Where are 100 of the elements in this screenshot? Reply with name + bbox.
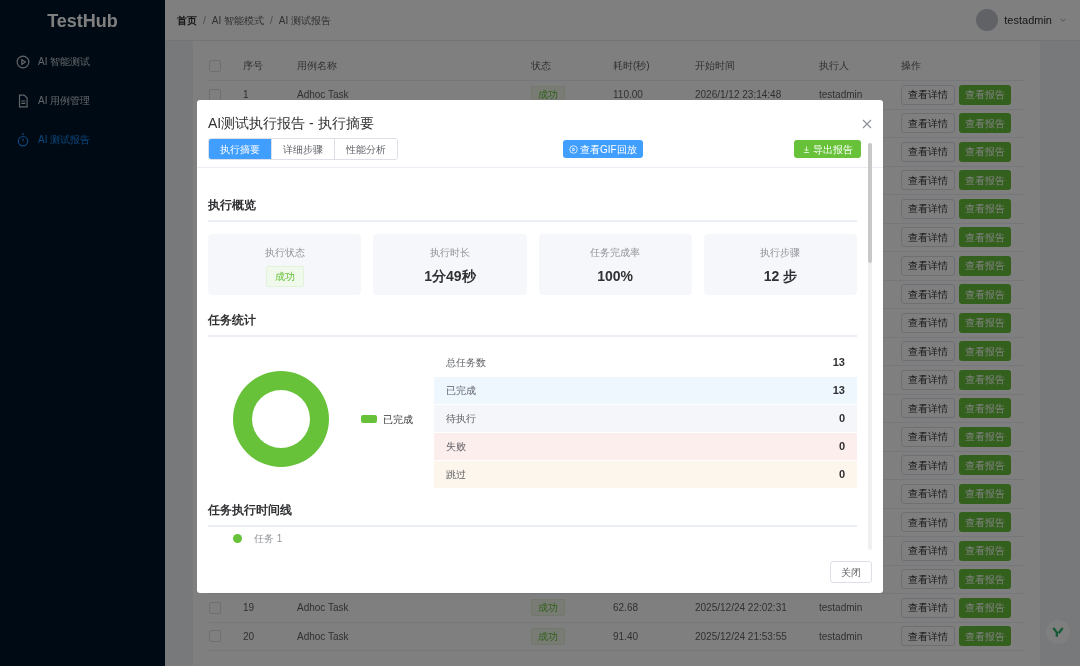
report-button[interactable]: 查看报告 (959, 170, 1011, 191)
column-header: 用例名称 (297, 59, 338, 73)
breadcrumb-item[interactable]: AI 智能模式 (211, 12, 264, 28)
play-circle-icon (569, 144, 578, 154)
details-button[interactable]: 查看详情 (901, 341, 955, 362)
details-button[interactable]: 查看详情 (901, 227, 955, 248)
card-label: 执行步骤 (760, 246, 801, 260)
report-tab[interactable]: 执行摘要 (209, 139, 271, 159)
report-button[interactable]: 查看报告 (959, 113, 1011, 134)
download-icon (802, 144, 811, 154)
card-label: 执行状态 (264, 246, 305, 260)
details-button[interactable]: 查看详情 (901, 255, 955, 276)
table-cell-text: testadmin (819, 88, 864, 103)
report-button[interactable]: 查看报告 (959, 341, 1011, 362)
section-title: 任务统计 (208, 311, 857, 337)
card-label: 执行时长 (429, 246, 470, 260)
details-button[interactable]: 查看详情 (901, 170, 955, 191)
report-button[interactable]: 查看报告 (959, 426, 1011, 447)
card-label: 任务完成率 (590, 246, 641, 260)
details-button[interactable]: 查看详情 (901, 198, 955, 219)
table-cell-text: 2025/12/24 21:53:55 (695, 629, 788, 644)
stats-value: 13 (832, 355, 845, 371)
legend-swatch (361, 415, 377, 423)
document-icon (16, 93, 30, 108)
status-tag: 成功 (265, 266, 304, 287)
table-cell-text: 19 (243, 601, 256, 616)
table-cell-text: Adhoc Task (297, 601, 350, 616)
report-button[interactable]: 查看报告 (959, 284, 1011, 305)
report-button[interactable]: 查看报告 (959, 84, 1011, 105)
table-cell-text: 110.00 (613, 88, 644, 103)
report-button[interactable]: 查看报告 (959, 540, 1011, 561)
floating-assistant-icon[interactable] (1046, 620, 1070, 644)
details-button[interactable]: 查看详情 (901, 597, 955, 618)
details-button[interactable]: 查看详情 (901, 569, 955, 590)
column-header: 状态 (531, 59, 552, 73)
close-icon[interactable] (862, 118, 872, 129)
stats-value: 0 (838, 467, 845, 483)
breadcrumb-separator: / (270, 13, 273, 28)
table-cell-text: testadmin (819, 629, 864, 644)
breadcrumb-item[interactable]: AI 测试报告 (278, 12, 332, 28)
stats-label: 跳过 (446, 468, 466, 482)
sidebar-item[interactable]: AI 测试报告 (0, 120, 165, 159)
play-circle-icon (16, 54, 30, 69)
breadcrumb-separator: / (203, 13, 206, 28)
report-button[interactable]: 查看报告 (959, 455, 1011, 476)
details-button[interactable]: 查看详情 (901, 540, 955, 561)
report-button[interactable]: 查看报告 (959, 369, 1011, 390)
details-button[interactable]: 查看详情 (901, 141, 955, 162)
table-cell-text: Adhoc Task (297, 88, 350, 103)
report-button[interactable]: 查看报告 (959, 626, 1011, 647)
stats-label: 待执行 (446, 412, 476, 426)
details-button[interactable]: 查看详情 (901, 312, 955, 333)
sidebar-item[interactable]: AI 智能测试 (0, 42, 165, 81)
table-cell-text: Adhoc Task (297, 629, 350, 644)
timeline-item: 任务 1 (254, 532, 283, 546)
status-tag: 成功 (531, 627, 565, 645)
column-header: 序号 (243, 59, 264, 73)
app-logo: TestHub (46, 9, 119, 33)
report-button[interactable]: 查看报告 (959, 597, 1011, 618)
gif-replay-button[interactable]: 查看GIF回放 (563, 140, 643, 158)
report-button[interactable]: 查看报告 (959, 198, 1011, 219)
status-tag: 成功 (531, 599, 565, 617)
details-button[interactable]: 查看详情 (901, 369, 955, 390)
details-button[interactable]: 查看详情 (901, 284, 955, 305)
export-button[interactable]: 导出报告 (794, 140, 861, 158)
details-button[interactable]: 查看详情 (901, 512, 955, 533)
table-cell-text: testadmin (819, 601, 864, 616)
report-button[interactable]: 查看报告 (959, 255, 1011, 276)
details-button[interactable]: 查看详情 (901, 84, 955, 105)
details-button[interactable]: 查看详情 (901, 626, 955, 647)
table-cell-text: 1 (243, 88, 250, 103)
report-tab[interactable]: 性能分析 (334, 139, 397, 159)
details-button[interactable]: 查看详情 (901, 426, 955, 447)
table-cell-text: 20 (243, 629, 256, 644)
table-cell-text: 2026/1/12 23:14:48 (695, 88, 783, 103)
stats-label: 失败 (446, 440, 466, 454)
user-name[interactable]: testadmin (1004, 11, 1052, 29)
breadcrumb-item[interactable]: 首页 (177, 12, 197, 28)
report-button[interactable]: 查看报告 (959, 398, 1011, 419)
report-button[interactable]: 查看报告 (959, 227, 1011, 248)
details-button[interactable]: 查看详情 (901, 455, 955, 476)
report-button[interactable]: 查看报告 (959, 512, 1011, 533)
column-header: 执行人 (819, 59, 850, 73)
stats-value: 13 (832, 383, 845, 399)
stats-value: 0 (838, 439, 845, 455)
column-header: 耗时(秒) (613, 59, 651, 73)
details-button[interactable]: 查看详情 (901, 113, 955, 134)
details-button[interactable]: 查看详情 (901, 483, 955, 504)
dialog-title: AI测试执行报告 - 执行摘要 (208, 114, 374, 133)
sidebar-item[interactable]: AI 用例管理 (0, 81, 165, 120)
report-button[interactable]: 查看报告 (959, 141, 1011, 162)
close-button[interactable]: 关闭 (830, 561, 872, 583)
details-button[interactable]: 查看详情 (901, 398, 955, 419)
user-avatar[interactable] (976, 9, 999, 31)
section-title: 任务执行时间线 (208, 501, 857, 527)
report-button[interactable]: 查看报告 (959, 483, 1011, 504)
legend-label: 已完成 (383, 412, 413, 427)
card-value: 100% (597, 267, 634, 286)
report-button[interactable]: 查看报告 (959, 312, 1011, 333)
report-button[interactable]: 查看报告 (959, 569, 1011, 590)
